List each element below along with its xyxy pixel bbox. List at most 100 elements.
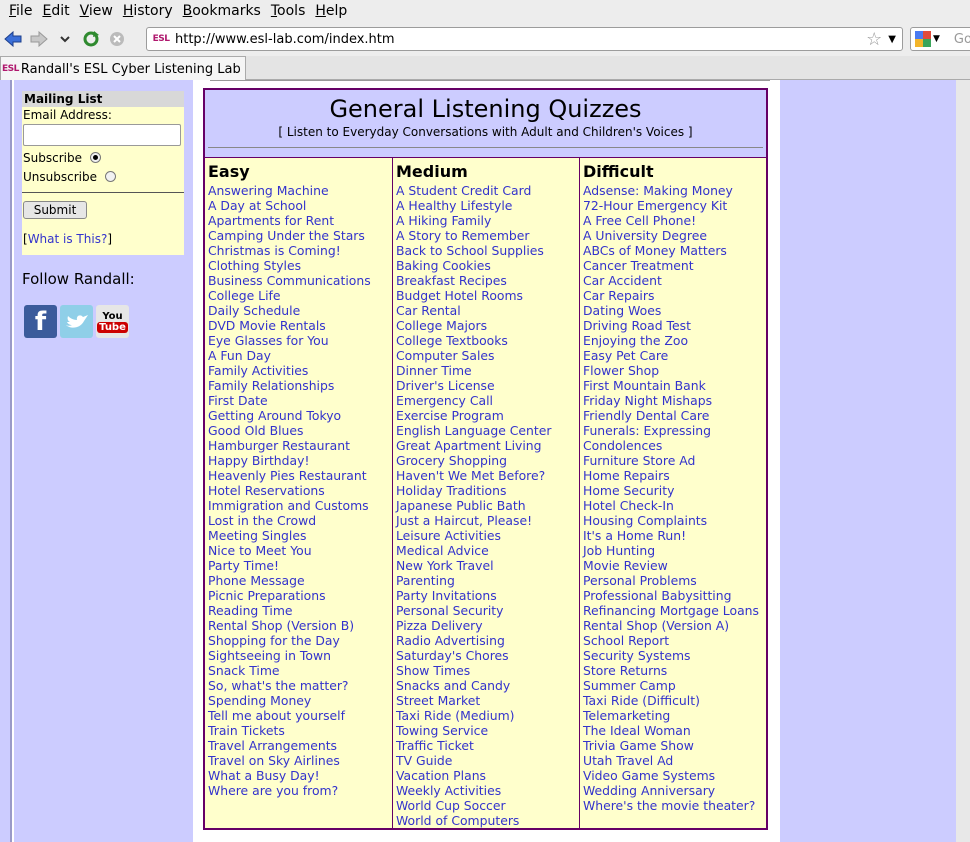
- quiz-link[interactable]: Immigration and Customs: [208, 498, 389, 513]
- quiz-link[interactable]: Job Hunting: [583, 543, 763, 558]
- quiz-link[interactable]: Friday Night Mishaps: [583, 393, 763, 408]
- quiz-link[interactable]: Friendly Dental Care: [583, 408, 763, 423]
- quiz-link[interactable]: Nice to Meet You: [208, 543, 389, 558]
- quiz-link[interactable]: Easy Pet Care: [583, 348, 763, 363]
- quiz-link[interactable]: Driver's License: [396, 378, 576, 393]
- quiz-link[interactable]: DVD Movie Rentals: [208, 318, 389, 333]
- quiz-link[interactable]: Sightseeing in Town: [208, 648, 389, 663]
- quiz-link[interactable]: Heavenly Pies Restaurant: [208, 468, 389, 483]
- quiz-link[interactable]: Personal Problems: [583, 573, 763, 588]
- quiz-link[interactable]: Computer Sales: [396, 348, 576, 363]
- quiz-link[interactable]: Daily Schedule: [208, 303, 389, 318]
- quiz-link[interactable]: Pizza Delivery: [396, 618, 576, 633]
- subscribe-radio[interactable]: [89, 152, 101, 163]
- quiz-link[interactable]: Eye Glasses for You: [208, 333, 389, 348]
- search-engine-dropdown-icon[interactable]: ▼: [933, 34, 940, 44]
- quiz-link[interactable]: Emergency Call: [396, 393, 576, 408]
- quiz-link[interactable]: Exercise Program: [396, 408, 576, 423]
- quiz-link[interactable]: Grocery Shopping: [396, 453, 576, 468]
- tab-esl-lab[interactable]: ESL Randall's ESL Cyber Listening Lab ..…: [0, 56, 246, 81]
- quiz-link[interactable]: Happy Birthday!: [208, 453, 389, 468]
- quiz-link[interactable]: Lost in the Crowd: [208, 513, 389, 528]
- quiz-link[interactable]: Enjoying the Zoo: [583, 333, 763, 348]
- quiz-link[interactable]: Parenting: [396, 573, 576, 588]
- quiz-link[interactable]: College Life: [208, 288, 389, 303]
- menu-history[interactable]: History: [118, 3, 178, 19]
- quiz-link[interactable]: A Hiking Family: [396, 213, 576, 228]
- quiz-link[interactable]: Condolences: [583, 438, 763, 453]
- quiz-link[interactable]: Phone Message: [208, 573, 389, 588]
- quiz-link[interactable]: Shopping for the Day: [208, 633, 389, 648]
- quiz-link[interactable]: Japanese Public Bath: [396, 498, 576, 513]
- menu-bookmarks[interactable]: Bookmarks: [178, 3, 266, 19]
- quiz-link[interactable]: Leisure Activities: [396, 528, 576, 543]
- quiz-link[interactable]: College Textbooks: [396, 333, 576, 348]
- quiz-link[interactable]: Movie Review: [583, 558, 763, 573]
- quiz-link[interactable]: A Free Cell Phone!: [583, 213, 763, 228]
- quiz-link[interactable]: Snack Time: [208, 663, 389, 678]
- quiz-link[interactable]: English Language Center: [396, 423, 576, 438]
- quiz-link[interactable]: Breakfast Recipes: [396, 273, 576, 288]
- quiz-link[interactable]: Car Repairs: [583, 288, 763, 303]
- quiz-link[interactable]: Meeting Singles: [208, 528, 389, 543]
- quiz-link[interactable]: World Cup Soccer: [396, 798, 576, 813]
- page-scrollbar[interactable]: [956, 80, 970, 842]
- quiz-link[interactable]: 72-Hour Emergency Kit: [583, 198, 763, 213]
- quiz-link[interactable]: It's a Home Run!: [583, 528, 763, 543]
- quiz-link[interactable]: Home Repairs: [583, 468, 763, 483]
- quiz-link[interactable]: Traffic Ticket: [396, 738, 576, 753]
- quiz-link[interactable]: Car Rental: [396, 303, 576, 318]
- quiz-link[interactable]: Back to School Supplies: [396, 243, 576, 258]
- url-text[interactable]: http://www.esl-lab.com/index.htm: [175, 32, 866, 47]
- quiz-link[interactable]: Flower Shop: [583, 363, 763, 378]
- quiz-link[interactable]: Holiday Traditions: [396, 483, 576, 498]
- youtube-icon[interactable]: You Tube: [96, 305, 129, 338]
- twitter-icon[interactable]: [60, 305, 93, 338]
- quiz-link[interactable]: Refinancing Mortgage Loans: [583, 603, 763, 618]
- quiz-link[interactable]: Reading Time: [208, 603, 389, 618]
- quiz-link[interactable]: Party Invitations: [396, 588, 576, 603]
- quiz-link[interactable]: Dinner Time: [396, 363, 576, 378]
- quiz-link[interactable]: Travel Arrangements: [208, 738, 389, 753]
- quiz-link[interactable]: Cancer Treatment: [583, 258, 763, 273]
- quiz-link[interactable]: Clothing Styles: [208, 258, 389, 273]
- menu-view[interactable]: View: [75, 3, 118, 19]
- quiz-link[interactable]: New York Travel: [396, 558, 576, 573]
- quiz-link[interactable]: Taxi Ride (Difficult): [583, 693, 763, 708]
- stop-button[interactable]: [104, 26, 130, 52]
- quiz-link[interactable]: Driving Road Test: [583, 318, 763, 333]
- quiz-link[interactable]: Train Tickets: [208, 723, 389, 738]
- quiz-link[interactable]: Weekly Activities: [396, 783, 576, 798]
- quiz-link[interactable]: Baking Cookies: [396, 258, 576, 273]
- quiz-link[interactable]: Video Game Systems: [583, 768, 763, 783]
- quiz-link[interactable]: Security Systems: [583, 648, 763, 663]
- search-box[interactable]: ▼ Go: [910, 27, 970, 51]
- quiz-link[interactable]: Business Communications: [208, 273, 389, 288]
- unsubscribe-radio[interactable]: [104, 171, 116, 182]
- quiz-link[interactable]: Picnic Preparations: [208, 588, 389, 603]
- quiz-link[interactable]: So, what's the matter?: [208, 678, 389, 693]
- quiz-link[interactable]: Just a Haircut, Please!: [396, 513, 576, 528]
- quiz-link[interactable]: A University Degree: [583, 228, 763, 243]
- quiz-link[interactable]: Where's the movie theater?: [583, 798, 763, 813]
- what-is-this-link[interactable]: What is This?: [28, 232, 108, 246]
- quiz-link[interactable]: Travel on Sky Airlines: [208, 753, 389, 768]
- submit-button[interactable]: Submit: [23, 201, 87, 219]
- quiz-link[interactable]: Hotel Check-In: [583, 498, 763, 513]
- quiz-link[interactable]: Camping Under the Stars: [208, 228, 389, 243]
- quiz-link[interactable]: Hotel Reservations: [208, 483, 389, 498]
- quiz-link[interactable]: Wedding Anniversary: [583, 783, 763, 798]
- quiz-link[interactable]: Snacks and Candy: [396, 678, 576, 693]
- quiz-link[interactable]: Store Returns: [583, 663, 763, 678]
- quiz-link[interactable]: Personal Security: [396, 603, 576, 618]
- quiz-link[interactable]: Tell me about yourself: [208, 708, 389, 723]
- menu-help[interactable]: Help: [310, 3, 352, 19]
- menu-edit[interactable]: Edit: [37, 3, 74, 19]
- quiz-link[interactable]: Home Security: [583, 483, 763, 498]
- quiz-link[interactable]: Budget Hotel Rooms: [396, 288, 576, 303]
- quiz-link[interactable]: Apartments for Rent: [208, 213, 389, 228]
- quiz-link[interactable]: Good Old Blues: [208, 423, 389, 438]
- quiz-link[interactable]: Street Market: [396, 693, 576, 708]
- quiz-link[interactable]: Professional Babysitting: [583, 588, 763, 603]
- quiz-link[interactable]: Show Times: [396, 663, 576, 678]
